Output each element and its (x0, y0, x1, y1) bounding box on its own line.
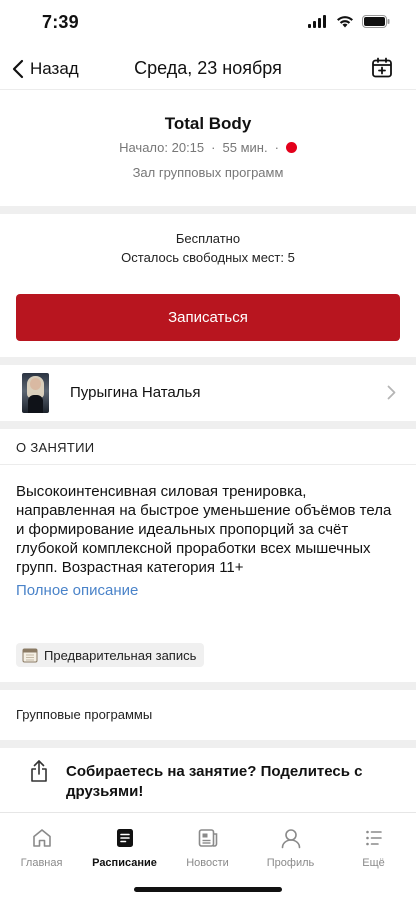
category-label: Групповые программы (16, 707, 153, 722)
tab-label: Профиль (266, 857, 315, 869)
more-icon (365, 830, 382, 846)
signal-icon (308, 15, 326, 28)
wifi-icon (337, 16, 353, 28)
class-start-time: Начало: 20:15 (119, 140, 205, 155)
booking-tag: Предварительная запись (16, 643, 205, 667)
status-time: 7:39 (42, 12, 79, 32)
booking-tag-label: Предварительная запись (44, 647, 197, 663)
live-dot-icon (285, 142, 297, 153)
home-icon (32, 829, 51, 847)
schedule-icon (116, 829, 133, 847)
calendar-emoji-icon (22, 648, 38, 663)
about-section-label: О ЗАНЯТИИ (16, 440, 95, 455)
meta-separator: · (211, 140, 216, 155)
battery-icon (362, 15, 390, 28)
tab-label: Расписание (92, 857, 157, 869)
share-icon (31, 760, 47, 782)
about-section-header: О ЗАНЯТИИ (0, 429, 416, 465)
class-title: Total Body (164, 114, 252, 133)
nav-bar: Назад Среда, 23 ноября (0, 48, 416, 90)
class-duration: 55 мин. (222, 140, 268, 155)
page-title: Среда, 23 ноября (134, 58, 282, 78)
calendar-add-icon[interactable] (370, 56, 394, 80)
tab-label: Главная (20, 857, 63, 869)
meta-separator: · (274, 140, 279, 155)
class-description: Высокоинтенсивная силовая тренировка, на… (16, 483, 392, 576)
tab-label: Ещё (362, 857, 385, 869)
share-row[interactable]: Собираетесь на занятие? Поделитесь с дру… (0, 748, 416, 812)
signup-button[interactable]: Записаться (16, 294, 400, 341)
tab-schedule[interactable]: Расписание (83, 827, 166, 871)
section-divider (0, 206, 416, 214)
price-label: Бесплатно (175, 231, 241, 246)
availability-block: Бесплатно Осталось свободных мест: 5 (0, 214, 416, 284)
category-row: Групповые программы (0, 690, 416, 740)
section-divider (0, 357, 416, 365)
home-indicator (134, 887, 282, 892)
trainer-row[interactable]: Пурыгина Наталья (0, 365, 416, 421)
news-icon (198, 829, 217, 847)
status-icons (308, 15, 390, 28)
tab-profile[interactable]: Профиль (249, 827, 332, 871)
tab-label: Новости (186, 857, 229, 869)
share-prompt: Собираетесь на занятие? Поделитесь с дру… (66, 763, 363, 800)
tab-bar: Главная Расписание Новости Профиль Ещё (0, 812, 416, 900)
profile-icon (281, 829, 300, 849)
tab-news[interactable]: Новости (166, 827, 249, 871)
class-meta: Начало: 20:15 · 55 мин. · (0, 140, 416, 155)
status-bar: 7:39 (0, 0, 416, 48)
trainer-name: Пурыгина Наталья (70, 384, 201, 401)
chevron-right-icon (387, 385, 396, 400)
tab-more[interactable]: Ещё (332, 827, 415, 871)
section-divider (0, 682, 416, 690)
tab-home[interactable]: Главная (0, 827, 83, 871)
trainer-avatar (22, 373, 49, 413)
seats-remaining: Осталось свободных мест: 5 (121, 250, 295, 265)
section-divider (0, 421, 416, 429)
section-divider (0, 740, 416, 748)
class-room: Зал групповых программ (132, 165, 284, 180)
class-header: Total Body Начало: 20:15 · 55 мин. · Зал… (0, 90, 416, 206)
full-description-link[interactable]: Полное описание (16, 582, 138, 599)
